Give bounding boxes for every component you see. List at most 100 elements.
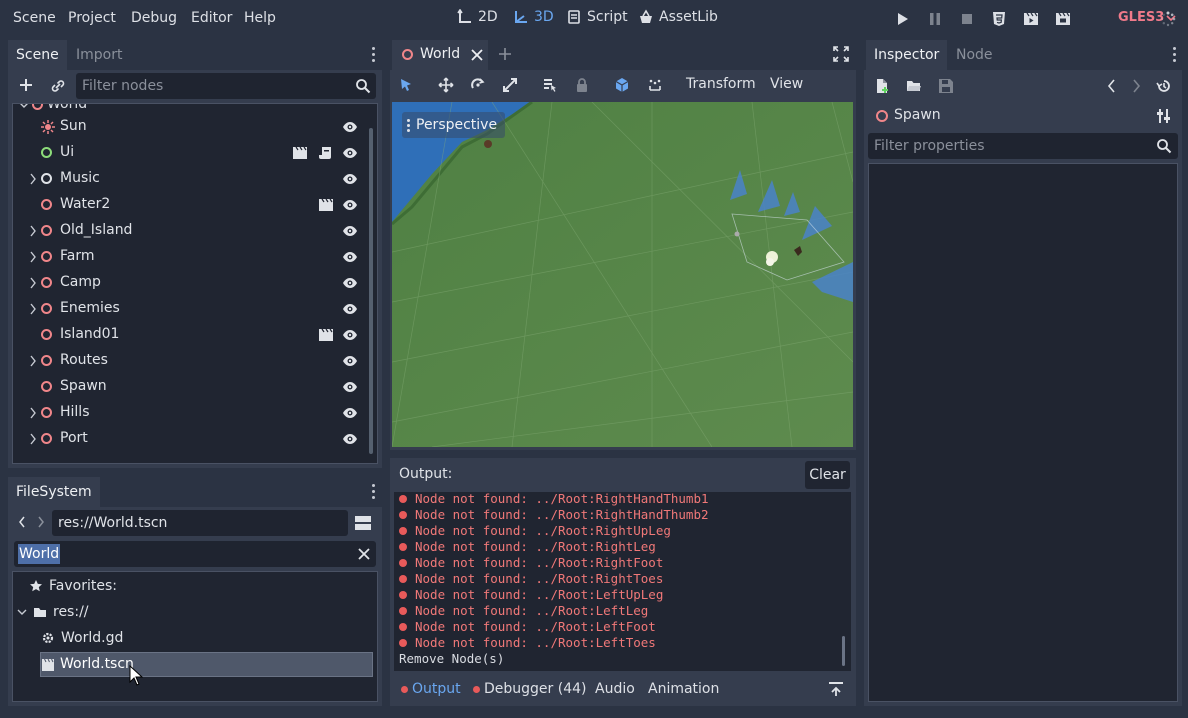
chevron-left-icon[interactable] xyxy=(17,515,27,529)
bottom-tab-audio[interactable]: Audio xyxy=(595,681,635,697)
play-scene-button[interactable] xyxy=(1023,11,1039,27)
play-button[interactable] xyxy=(894,11,910,27)
tree-row-water2[interactable]: Water2 xyxy=(14,192,372,218)
tab-filesystem[interactable]: FileSystem xyxy=(8,477,100,507)
tab-scene[interactable]: Scene xyxy=(8,40,67,70)
new-resource-icon[interactable] xyxy=(874,78,890,94)
mode-3d-button[interactable]: 3D xyxy=(513,9,554,25)
tab-node[interactable]: Node xyxy=(948,40,1001,70)
3d-viewport[interactable] xyxy=(392,102,853,447)
bottom-tab-debugger[interactable]: Debugger (44) xyxy=(473,681,586,697)
visibility-eye-icon[interactable] xyxy=(342,224,358,238)
split-view-icon[interactable] xyxy=(354,514,372,532)
visibility-eye-icon[interactable] xyxy=(342,432,358,446)
save-icon[interactable] xyxy=(938,78,954,94)
clear-button[interactable]: Clear xyxy=(805,461,850,489)
filesystem-menu-icon[interactable] xyxy=(372,484,376,500)
perspective-menu[interactable]: Perspective xyxy=(402,112,506,138)
chevron-right-icon[interactable] xyxy=(28,172,38,186)
menu-editor[interactable]: Editor xyxy=(191,10,232,26)
local-space-icon[interactable] xyxy=(614,77,630,93)
rotate-tool-icon[interactable] xyxy=(470,77,486,93)
tab-inspector[interactable]: Inspector xyxy=(866,40,948,70)
scale-tool-icon[interactable] xyxy=(502,77,518,93)
tree-row-ui[interactable]: Ui xyxy=(14,140,372,166)
instance-scene-icon[interactable] xyxy=(50,78,66,94)
chevron-right-icon[interactable] xyxy=(28,406,38,420)
bottom-tab-animation[interactable]: Animation xyxy=(648,681,719,697)
open-folder-icon[interactable] xyxy=(906,78,922,94)
visibility-eye-icon[interactable] xyxy=(342,276,358,290)
filesystem-path-field[interactable]: res://World.tscn xyxy=(52,510,348,536)
visibility-eye-icon[interactable] xyxy=(342,250,358,264)
lock-icon[interactable] xyxy=(574,77,590,93)
add-tab-icon[interactable] xyxy=(497,46,513,62)
visibility-eye-icon[interactable] xyxy=(342,328,358,342)
chevron-right-icon[interactable] xyxy=(28,250,38,264)
inspector-menu-icon[interactable] xyxy=(1173,47,1177,63)
expand-bottom-panel-icon[interactable] xyxy=(828,682,844,696)
menu-scene[interactable]: Scene xyxy=(13,10,56,26)
visibility-eye-icon[interactable] xyxy=(342,120,358,134)
view-menu[interactable]: View xyxy=(770,76,803,92)
tree-row-sun[interactable]: Sun xyxy=(14,114,372,140)
visibility-eye-icon[interactable] xyxy=(342,406,358,420)
file-row-world-tscn[interactable]: World.tscn xyxy=(40,652,373,677)
close-icon[interactable] xyxy=(357,547,371,561)
filesystem-search-input[interactable]: World xyxy=(14,541,376,567)
scene-dock-menu-icon[interactable] xyxy=(372,47,376,63)
transform-menu[interactable]: Transform xyxy=(686,76,756,92)
script-icon[interactable] xyxy=(318,145,334,161)
visibility-eye-icon[interactable] xyxy=(342,380,358,394)
open-scene-icon[interactable] xyxy=(318,327,334,342)
tree-row-music[interactable]: Music xyxy=(14,166,372,192)
chevron-right-icon[interactable] xyxy=(28,224,38,238)
html5-deploy-button[interactable] xyxy=(991,11,1007,27)
tree-row-port[interactable]: Port xyxy=(14,426,372,452)
visibility-eye-icon[interactable] xyxy=(342,302,358,316)
filter-nodes-input[interactable]: Filter nodes xyxy=(76,73,376,99)
tree-row-island01[interactable]: Island01 xyxy=(14,322,372,348)
select-tool-icon[interactable] xyxy=(398,77,414,93)
open-scene-icon[interactable] xyxy=(292,145,308,160)
mode-2d-button[interactable]: 2D xyxy=(457,9,498,25)
mode-script-button[interactable]: Script xyxy=(566,9,628,25)
tree-row-hills[interactable]: Hills xyxy=(14,400,372,426)
favorites-row[interactable]: Favorites: xyxy=(29,578,117,594)
tab-import[interactable]: Import xyxy=(68,40,130,70)
tree-row-spawn[interactable]: Spawn xyxy=(14,374,372,400)
scene-tab-world[interactable]: World xyxy=(392,40,488,70)
fullscreen-icon[interactable] xyxy=(833,46,849,62)
tree-row-enemies[interactable]: Enemies xyxy=(14,296,372,322)
chevron-right-icon[interactable] xyxy=(28,432,38,446)
chevron-right-icon[interactable] xyxy=(28,276,38,290)
filter-properties-input[interactable]: Filter properties xyxy=(868,133,1178,159)
tree-row-farm[interactable]: Farm xyxy=(14,244,372,270)
visibility-eye-icon[interactable] xyxy=(342,146,358,160)
visibility-eye-icon[interactable] xyxy=(342,198,358,212)
visibility-eye-icon[interactable] xyxy=(342,354,358,368)
tree-row-camp[interactable]: Camp xyxy=(14,270,372,296)
tree-row-routes[interactable]: Routes xyxy=(14,348,372,374)
history-forward-icon[interactable] xyxy=(1130,78,1142,94)
file-row-world-gd[interactable]: World.gd xyxy=(41,630,123,646)
tools-icon[interactable] xyxy=(1156,108,1172,124)
play-custom-scene-button[interactable] xyxy=(1055,11,1071,27)
open-scene-icon[interactable] xyxy=(318,197,334,212)
tree-row-old-island[interactable]: Old_Island xyxy=(14,218,372,244)
bottom-tab-output[interactable]: Output xyxy=(401,681,461,697)
visibility-eye-icon[interactable] xyxy=(342,172,358,186)
list-select-icon[interactable] xyxy=(542,77,558,93)
object-history-icon[interactable] xyxy=(1156,78,1172,94)
mode-assetlib-button[interactable]: AssetLib xyxy=(638,9,718,25)
close-icon[interactable] xyxy=(470,48,484,62)
res-root-row[interactable]: res:// xyxy=(17,604,89,620)
pause-button[interactable] xyxy=(927,11,943,27)
menu-project[interactable]: Project xyxy=(68,10,116,26)
inspected-node-row[interactable]: Spawn xyxy=(868,103,1178,129)
chevron-right-icon[interactable] xyxy=(28,354,38,368)
menu-debug[interactable]: Debug xyxy=(131,10,177,26)
menu-help[interactable]: Help xyxy=(244,10,276,26)
history-back-icon[interactable] xyxy=(1106,78,1118,94)
chevron-right-icon[interactable] xyxy=(28,302,38,316)
